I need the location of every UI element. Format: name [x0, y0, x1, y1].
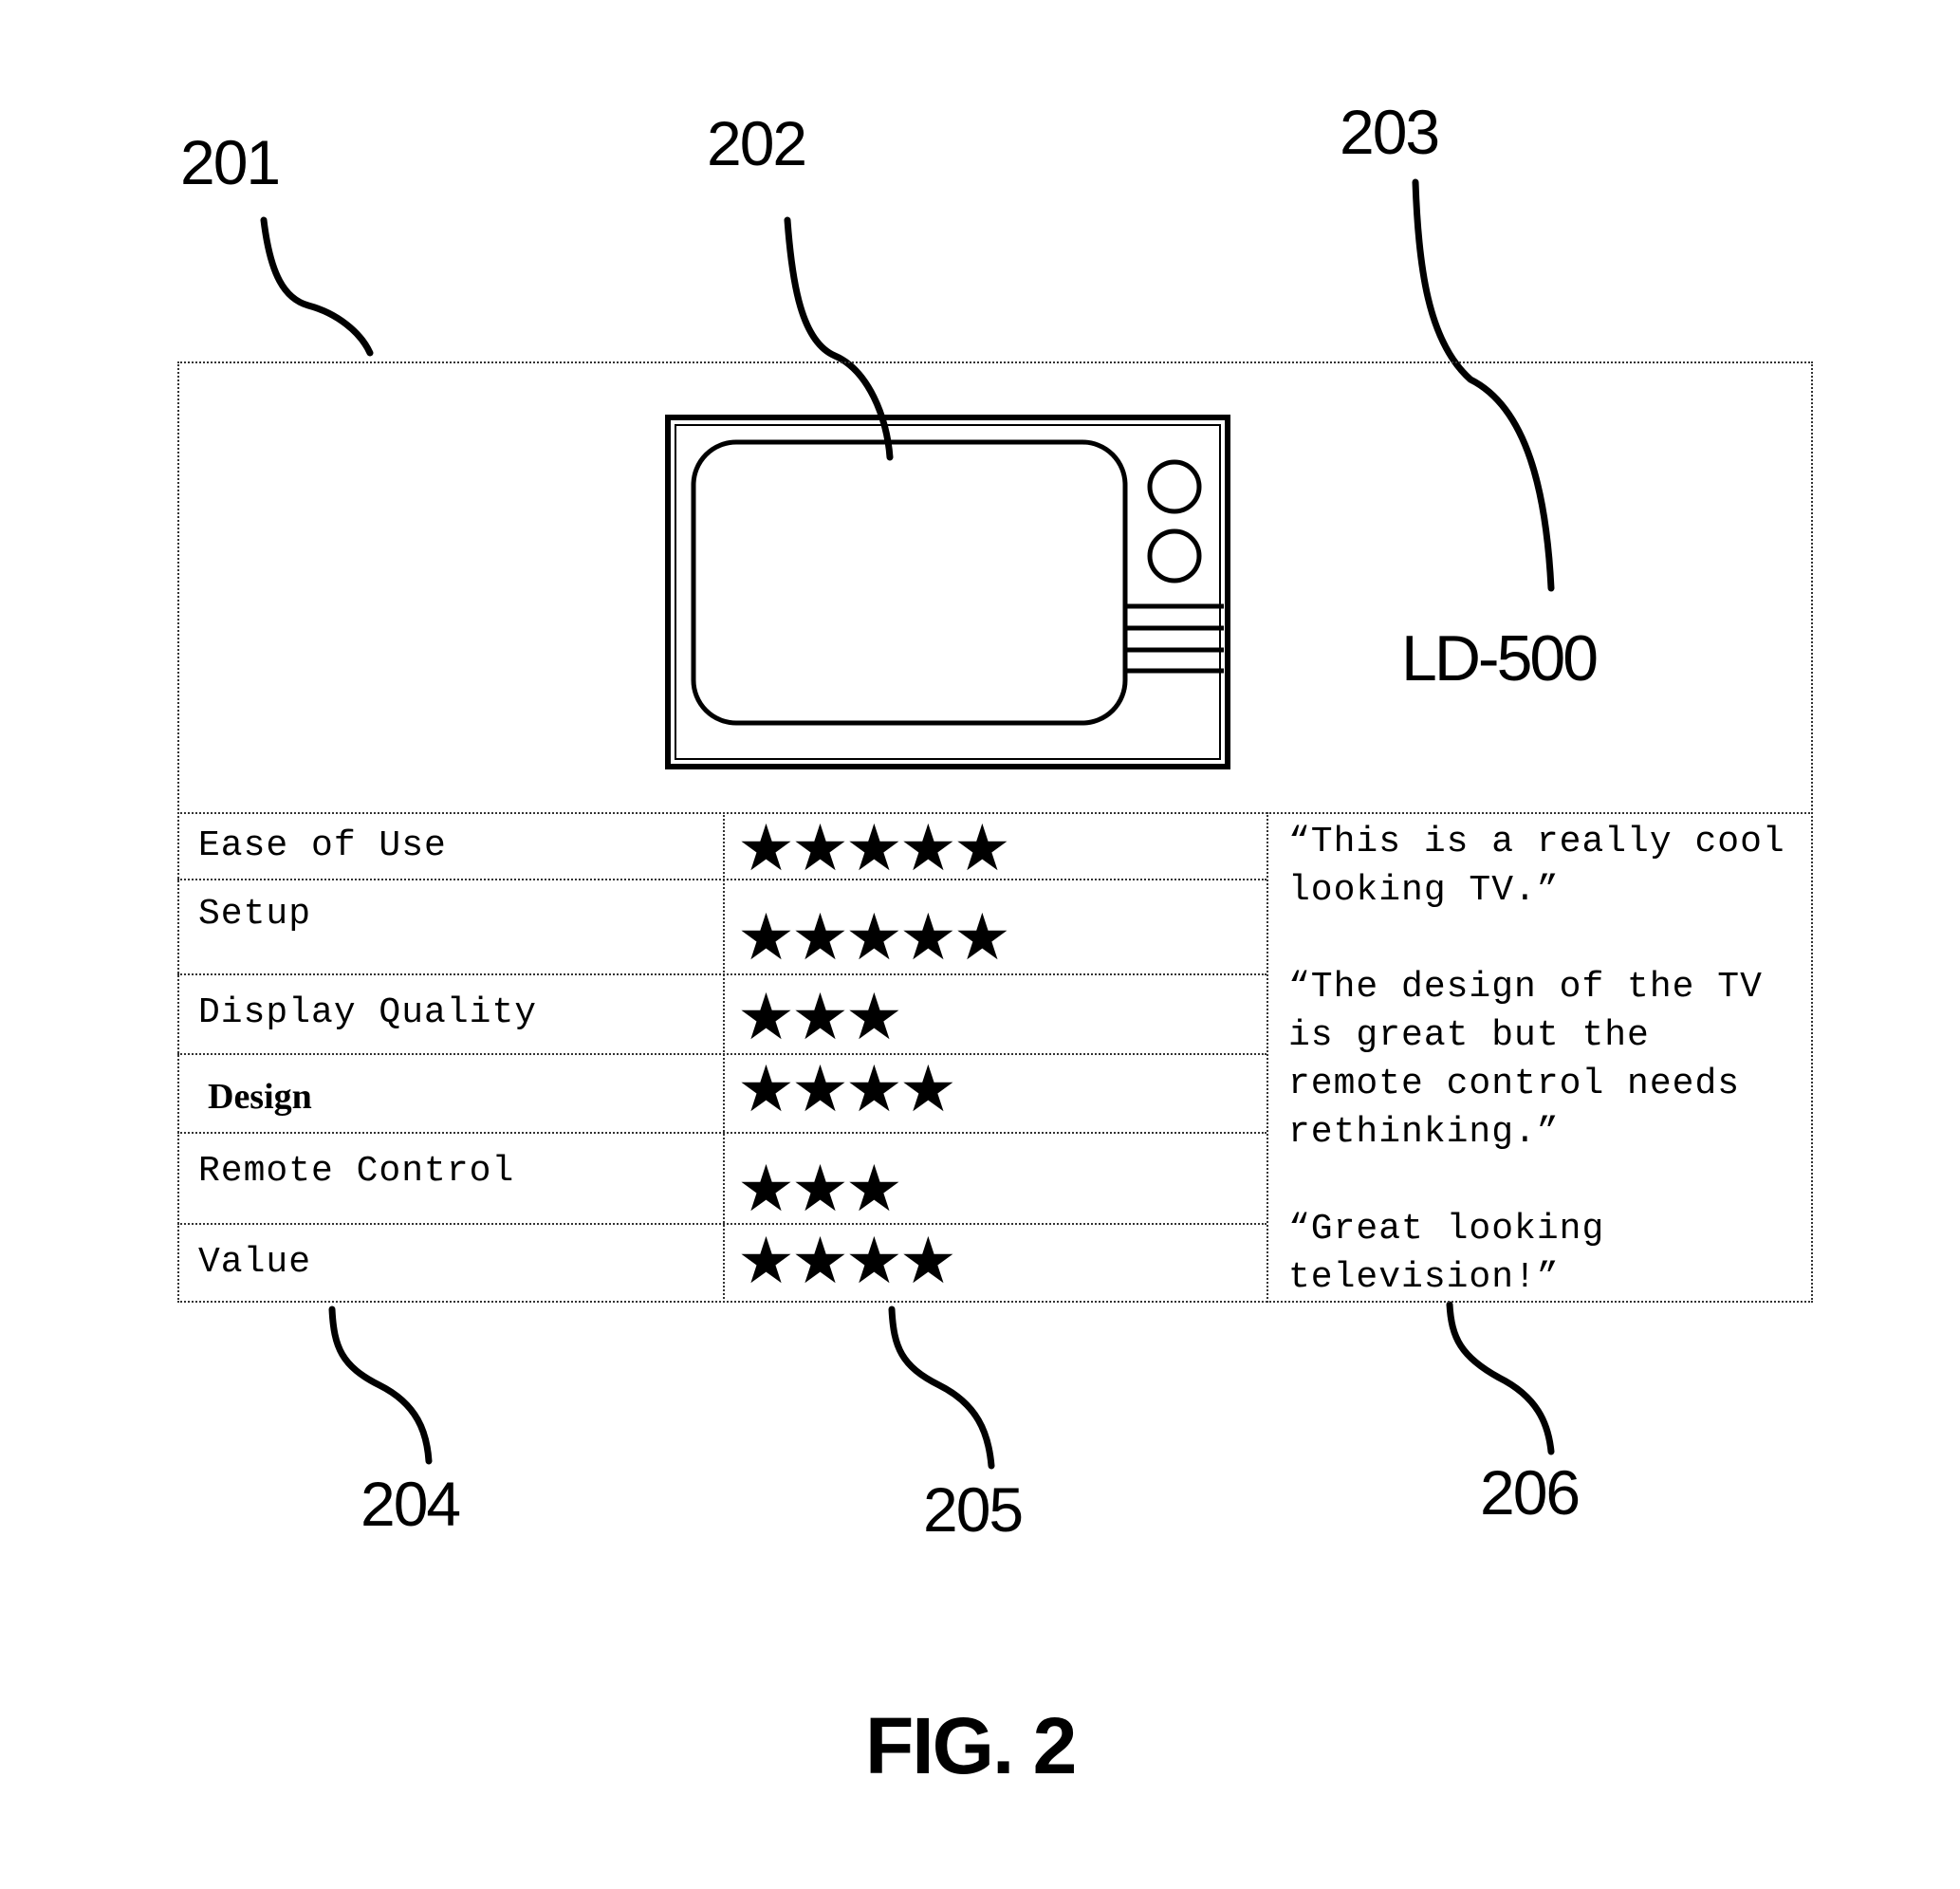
comment: “This is a really cool looking TV.” [1288, 822, 1785, 911]
tv-cabinet [665, 415, 1230, 769]
rating-row: Display Quality ★★★ [177, 973, 1267, 1053]
star-rating: ★★★★★ [737, 901, 1011, 973]
comment: “Great looking television!” [1288, 1209, 1605, 1298]
rating-label: Setup [198, 894, 312, 935]
rating-row: Remote Control ★★★ [177, 1132, 1267, 1223]
star-rating: ★★★★ [737, 1225, 957, 1297]
rating-label: Design [208, 1077, 312, 1117]
figure-caption: FIG. 2 [865, 1701, 1077, 1790]
rating-label: Value [198, 1242, 312, 1283]
rating-row: Setup ★★★★★ [177, 879, 1267, 973]
tv-knob-top [1147, 459, 1202, 514]
user-comments: “This is a really cool looking TV.” “The… [1288, 818, 1801, 1350]
rating-label: Display Quality [198, 992, 538, 1033]
table-top-border [177, 812, 1813, 814]
rating-label: Remote Control [198, 1151, 515, 1192]
star-rating: ★★★ [737, 981, 903, 1053]
comment: “The design of the TV is great but the r… [1288, 967, 1763, 1153]
rating-row: Design ★★★★ [177, 1053, 1267, 1132]
rating-label: Ease of Use [198, 825, 447, 866]
rating-row: Ease of Use ★★★★★ [177, 812, 1267, 884]
tv-screen [691, 439, 1128, 726]
star-rating: ★★★★ [737, 1053, 957, 1125]
tv-knob-bottom [1147, 528, 1202, 583]
tv-cabinet-inner [675, 424, 1221, 760]
model-name: LD-500 [1401, 622, 1599, 694]
column-divider [1267, 812, 1268, 1303]
rating-row: Value ★★★★ [177, 1223, 1267, 1303]
star-rating: ★★★ [737, 1153, 903, 1225]
star-rating: ★★★★★ [737, 812, 1011, 884]
